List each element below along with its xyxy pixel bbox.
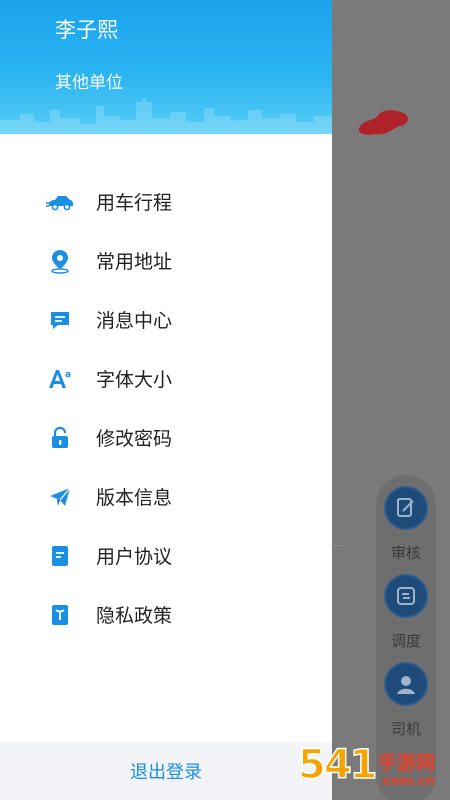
- privacy-icon: [46, 601, 74, 629]
- review-label: 审核: [390, 544, 421, 562]
- driver-icon: [397, 676, 415, 694]
- logout-label: 退出登录: [130, 762, 202, 783]
- document-icon: [46, 542, 74, 570]
- driver-label: 司机: [390, 720, 421, 738]
- dispatch-button[interactable]: [384, 574, 428, 618]
- drawer-menu: 用车行程 常用地址 消息中心 a 字体大小 修改密码 版本信息 用户协议 隐私政…: [0, 172, 332, 644]
- navigation-drawer: 李子熙 其他单位 用车行程 常用地址 消息中心 a 字体大小 修改密码 版本信息…: [0, 0, 332, 800]
- message-icon: [46, 306, 74, 334]
- menu-item-trips[interactable]: 用车行程: [0, 172, 332, 231]
- review-button[interactable]: [384, 486, 428, 530]
- menu-label-version: 版本信息: [96, 487, 173, 509]
- car-icon: [46, 188, 74, 216]
- site-watermark: 541 手游网 .com.cn: [297, 741, 448, 798]
- menu-label-trips: 用车行程: [96, 192, 173, 214]
- dispatch-icon: [397, 587, 415, 605]
- divider: [333, 545, 343, 546]
- location-pin-icon: [46, 247, 74, 275]
- user-organization: 其他单位: [55, 73, 123, 93]
- menu-item-privacy-policy[interactable]: 隐私政策: [0, 585, 332, 644]
- menu-item-addresses[interactable]: 常用地址: [0, 231, 332, 290]
- logout-button[interactable]: 退出登录: [0, 742, 332, 800]
- map-marker-blob: [358, 110, 408, 135]
- watermark-domain: .com.cn: [378, 774, 436, 789]
- user-name: 李子熙: [55, 18, 118, 42]
- watermark-name: 手游网: [378, 752, 436, 774]
- menu-item-version[interactable]: 版本信息: [0, 467, 332, 526]
- menu-label-font-size: 字体大小: [96, 369, 173, 391]
- svg-text:a: a: [65, 370, 71, 380]
- review-icon: [397, 498, 414, 517]
- dispatch-label: 调度: [390, 632, 421, 650]
- menu-item-user-agreement[interactable]: 用户协议: [0, 526, 332, 585]
- watermark-number: 541: [297, 741, 378, 789]
- menu-label-addresses: 常用地址: [96, 251, 173, 273]
- lock-icon: [46, 424, 74, 452]
- drawer-header: 李子熙 其他单位: [0, 0, 332, 134]
- menu-label-change-password: 修改密码: [96, 428, 173, 450]
- city-skyline-decoration: [0, 98, 332, 134]
- paper-plane-icon: [46, 483, 74, 511]
- font-size-icon: a: [46, 365, 74, 393]
- menu-item-change-password[interactable]: 修改密码: [0, 408, 332, 467]
- menu-label-privacy-policy: 隐私政策: [96, 605, 173, 627]
- menu-label-messages: 消息中心: [96, 310, 173, 332]
- menu-item-font-size[interactable]: a 字体大小: [0, 349, 332, 408]
- driver-button[interactable]: [384, 662, 428, 706]
- menu-item-messages[interactable]: 消息中心: [0, 290, 332, 349]
- menu-label-user-agreement: 用户协议: [96, 546, 173, 568]
